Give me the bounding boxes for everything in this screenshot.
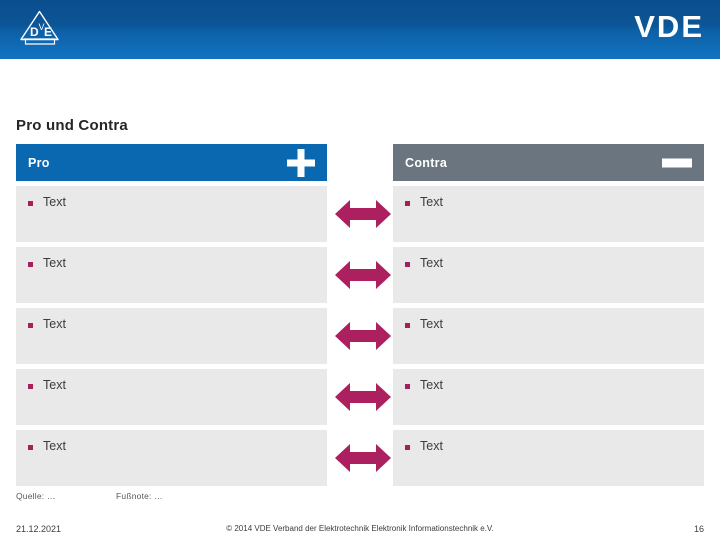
double-headed-arrow-icon	[335, 196, 391, 232]
minus-icon	[662, 158, 692, 167]
bullet-icon	[28, 445, 33, 450]
arrow-column	[334, 186, 392, 491]
list-item-label: Text	[420, 317, 443, 331]
banner-underline	[0, 57, 720, 59]
column-header-pro-label: Pro	[28, 155, 50, 170]
top-banner: D V E VDE	[0, 0, 720, 57]
source-quelle: Quelle: …	[16, 491, 56, 501]
list-item-label: Text	[420, 378, 443, 392]
bullet-icon	[405, 445, 410, 450]
column-header-pro: Pro	[16, 144, 327, 181]
bullet-icon	[405, 384, 410, 389]
list-item-label: Text	[420, 439, 443, 453]
list-item: Text	[16, 369, 327, 425]
list-item-label: Text	[420, 256, 443, 270]
list-item-label: Text	[43, 378, 66, 392]
vde-wordmark: VDE	[634, 9, 704, 44]
footer-copyright: © 2014 VDE Verband der Elektrotechnik El…	[226, 524, 494, 533]
bullet-icon	[405, 262, 410, 267]
double-headed-arrow-icon	[335, 257, 391, 293]
list-item-label: Text	[420, 195, 443, 209]
bullet-icon	[28, 262, 33, 267]
plus-icon	[287, 148, 315, 177]
list-item: Text	[16, 247, 327, 303]
bullet-icon	[28, 384, 33, 389]
list-item: Text	[393, 430, 704, 486]
page-title: Pro und Contra	[16, 117, 128, 134]
list-item: Text	[16, 308, 327, 364]
arrow-slot	[334, 247, 392, 303]
column-header-contra: Contra	[393, 144, 704, 181]
column-header-contra-label: Contra	[405, 155, 448, 170]
bullet-icon	[28, 323, 33, 328]
list-item-label: Text	[43, 256, 66, 270]
list-item: Text	[393, 186, 704, 242]
column-pro: Pro Text Text Text Text Text	[16, 144, 327, 486]
list-item-label: Text	[43, 195, 66, 209]
list-item-label: Text	[43, 317, 66, 331]
arrow-slot	[334, 430, 392, 486]
list-item: Text	[16, 430, 327, 486]
list-item: Text	[393, 247, 704, 303]
list-item: Text	[393, 369, 704, 425]
svg-text:E: E	[44, 25, 52, 39]
double-headed-arrow-icon	[335, 440, 391, 476]
footer-page-number: 16	[693, 524, 704, 534]
arrow-slot	[334, 186, 392, 242]
source-fussnote: Fußnote: …	[116, 491, 163, 501]
arrow-slot	[334, 369, 392, 425]
vde-triangle-logo-icon: D V E	[17, 9, 63, 47]
bullet-icon	[405, 201, 410, 206]
arrow-slot	[334, 308, 392, 364]
column-contra: Contra Text Text Text Text Text	[393, 144, 704, 486]
list-item: Text	[16, 186, 327, 242]
list-item-label: Text	[43, 439, 66, 453]
double-headed-arrow-icon	[335, 379, 391, 415]
bullet-icon	[28, 201, 33, 206]
bullet-icon	[405, 323, 410, 328]
list-item: Text	[393, 308, 704, 364]
double-headed-arrow-icon	[335, 318, 391, 354]
